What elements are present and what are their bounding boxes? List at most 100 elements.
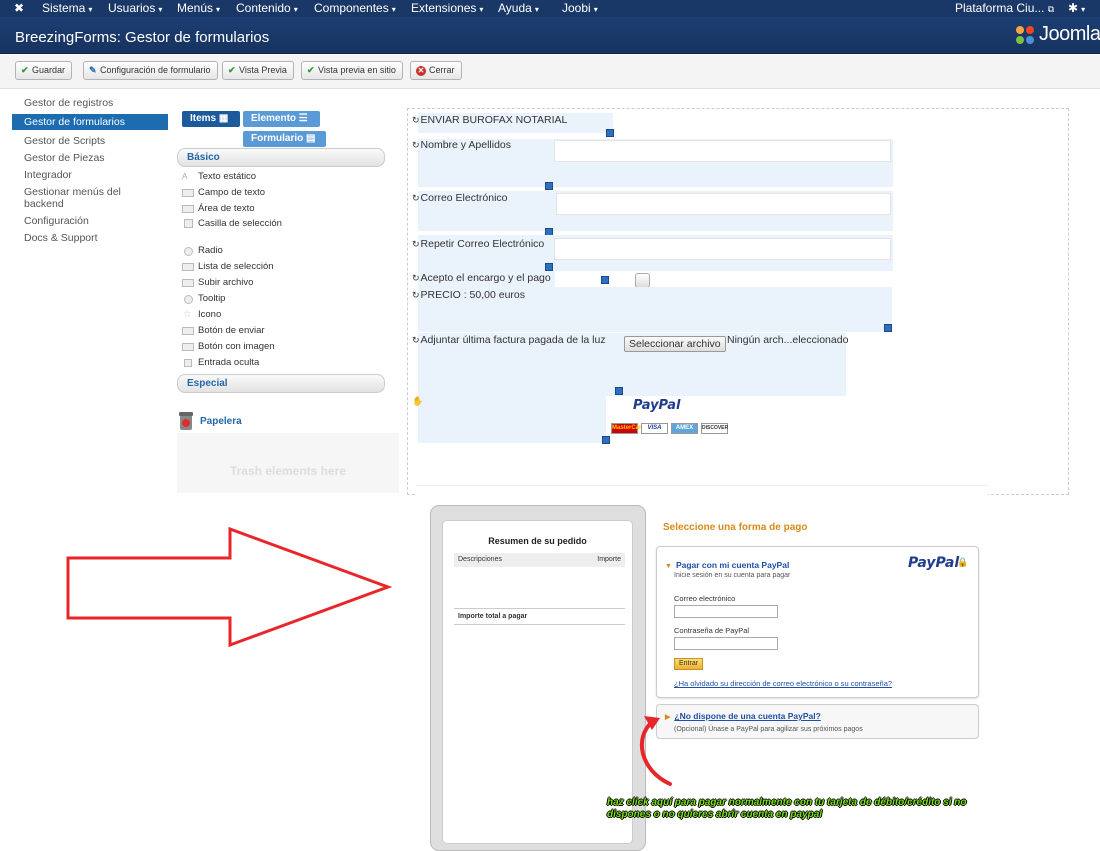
external-link-icon: ⧉ [1047,4,1055,14]
save-button[interactable]: ✔ Guardar [15,61,73,80]
upload-icon [182,279,194,287]
preview-site-label: Vista previa en sitio [318,65,396,75]
file-status: Ningún arch...eleccionado [727,334,849,346]
resize-handle-icon[interactable] [545,182,553,190]
name-label[interactable]: Nombre y Apellidos [412,139,511,151]
tab-elemento[interactable]: Elemento ☰ [243,111,320,127]
palette-item-submit[interactable]: Botón de enviar [177,324,385,340]
palette-item-radio[interactable]: Radio [177,244,385,260]
menu-joobi[interactable]: Joobi ▾ [562,1,598,15]
menu-label: Usuarios [108,1,156,15]
mastercard-icon: MasterCard [611,423,645,434]
form-config-button[interactable]: ✎ Configuración de formulario [83,61,218,80]
preview-button[interactable]: ✔ Vista Previa [222,61,294,80]
site-link[interactable]: Plataforma Ciu... ⧉ [955,1,1054,15]
palette-item-select[interactable]: Lista de selección [177,260,385,276]
resize-handle-icon[interactable] [601,276,609,284]
visa-icon: VISA [641,423,668,434]
login-button[interactable]: Entrar [674,658,704,670]
menu-sistema[interactable]: Sistema ▾ [42,1,92,15]
settings-menu[interactable]: ✱ ▾ [1068,1,1085,15]
curved-arrow-icon [639,716,672,786]
pay-with-account-heading[interactable]: ▼ Pagar con mi cuenta PayPal [665,560,789,570]
sidebar-item-configuracion[interactable]: Configuración [12,215,168,227]
basic-header[interactable]: Básico [177,148,385,167]
file-select-button[interactable]: Seleccionar archivo [624,336,726,352]
gear-icon: ✱ [1068,1,1079,15]
palette-item-checkbox[interactable]: Casilla de selección [177,218,385,244]
name-input[interactable] [554,140,891,162]
drag-handle-icon[interactable]: ✋ [412,396,423,407]
attach-label[interactable]: Adjuntar última factura pagada de la luz [412,334,606,346]
triangle-down-icon: ▼ [665,563,672,570]
menu-extensiones[interactable]: Extensiones ▾ [411,1,483,15]
palette-item-image-button[interactable]: Botón con imagen [177,340,385,356]
accept-label[interactable]: Acepto el encargo y el pago [412,272,551,284]
email-input[interactable] [556,193,891,215]
palette-item-file[interactable]: Subir archivo [177,276,385,292]
trash-dropzone[interactable]: Trash elements here [177,433,399,493]
palette-item-text-field[interactable]: Campo de texto [177,186,385,202]
email-repeat-input[interactable] [554,238,891,260]
form-icon: ▤ [306,133,316,144]
resize-handle-icon[interactable] [615,387,623,395]
sidebar-item-scripts[interactable]: Gestor de Scripts [12,135,168,147]
forgot-link[interactable]: ¿Ha olvidado su dirección de correo elec… [674,679,892,688]
palette-item-textarea[interactable]: Área de texto [177,202,385,218]
tab-formulario[interactable]: Formulario ▤ [243,131,326,147]
no-account-link[interactable]: ¿No dispone de una cuenta PayPal? [674,711,820,721]
palette-item-label: Entrada oculta [198,357,260,368]
element-palette: Básico A Texto estático Campo de texto Ár… [177,148,385,437]
resize-handle-icon[interactable] [884,324,892,332]
paypal-button[interactable]: PayPal MasterCard VISA AMEX DISCOVER [611,396,729,438]
palette-item-label: Casilla de selección [198,218,282,229]
sidebar-item-formularios[interactable]: Gestor de formularios [12,114,168,130]
check-icon: ✔ [228,65,236,75]
form-title[interactable]: ENVIAR BUROFAX NOTARIAL [412,114,568,126]
sidebar-item-piezas[interactable]: Gestor de Piezas [12,152,168,164]
palette-item-tooltip[interactable]: Tooltip [177,292,385,308]
sidebar-item-docs[interactable]: Docs & Support [12,232,168,244]
accept-checkbox[interactable] [635,273,650,288]
card-logos: MasterCard VISA AMEX DISCOVER [611,423,729,435]
form-canvas: ENVIAR BUROFAX NOTARIAL Nombre y Apellid… [407,108,1069,497]
resize-handle-icon[interactable] [606,129,614,137]
close-button[interactable]: ✕ Cerrar [410,61,462,80]
select-icon [182,263,194,271]
amex-icon: AMEX [671,423,698,434]
page-title: BreezingForms: Gestor de formularios [15,29,270,46]
image-button-icon [182,343,194,351]
palette-item-static-text[interactable]: A Texto estático [177,170,385,186]
edit-icon: ✎ [89,65,97,75]
summary-total: Importe total a pagar [454,608,625,625]
palette-item-icon[interactable]: ☆ Icono [177,308,385,324]
menu-componentes[interactable]: Componentes ▾ [314,1,396,15]
special-header[interactable]: Especial [177,374,385,393]
tab-items[interactable]: Items ▦ [182,111,240,127]
preview-site-button[interactable]: ✔ Vista previa en sitio [301,61,403,80]
menu-label: Contenido [236,1,291,15]
email-label: Correo electrónico [674,594,736,603]
paypal-logo: PayPal [633,398,681,413]
paypal-password-input[interactable] [674,637,778,650]
resize-handle-icon[interactable] [602,436,610,444]
email-label[interactable]: Correo Electrónico [412,192,508,204]
col-amount: Importe [597,556,621,563]
paypal-email-input[interactable] [674,605,778,618]
sidebar-item-menus-backend[interactable]: Gestionar menús del backend [12,186,168,210]
email-repeat-label[interactable]: Repetir Correo Electrónico [412,238,545,250]
price-label[interactable]: PRECIO : 50,00 euros [412,289,525,301]
joomla-icon[interactable]: ✖ [14,1,24,15]
palette-item-hidden[interactable]: Entrada oculta [177,356,385,372]
resize-handle-icon[interactable] [545,263,553,271]
sidebar-item-integrador[interactable]: Integrador [12,169,168,181]
menu-contenido[interactable]: Contenido ▾ [236,1,298,15]
menu-menus[interactable]: Menús ▾ [177,1,220,15]
trash-area: Papelera [177,393,385,437]
menu-usuarios[interactable]: Usuarios ▾ [108,1,162,15]
save-label: Guardar [32,65,66,75]
sidebar-item-registros[interactable]: Gestor de registros [12,97,168,109]
preview-label: Vista Previa [239,65,287,75]
no-account-panel: ▶ ¿No dispone de una cuenta PayPal? (Opci… [656,704,979,739]
menu-ayuda[interactable]: Ayuda ▾ [498,1,539,15]
